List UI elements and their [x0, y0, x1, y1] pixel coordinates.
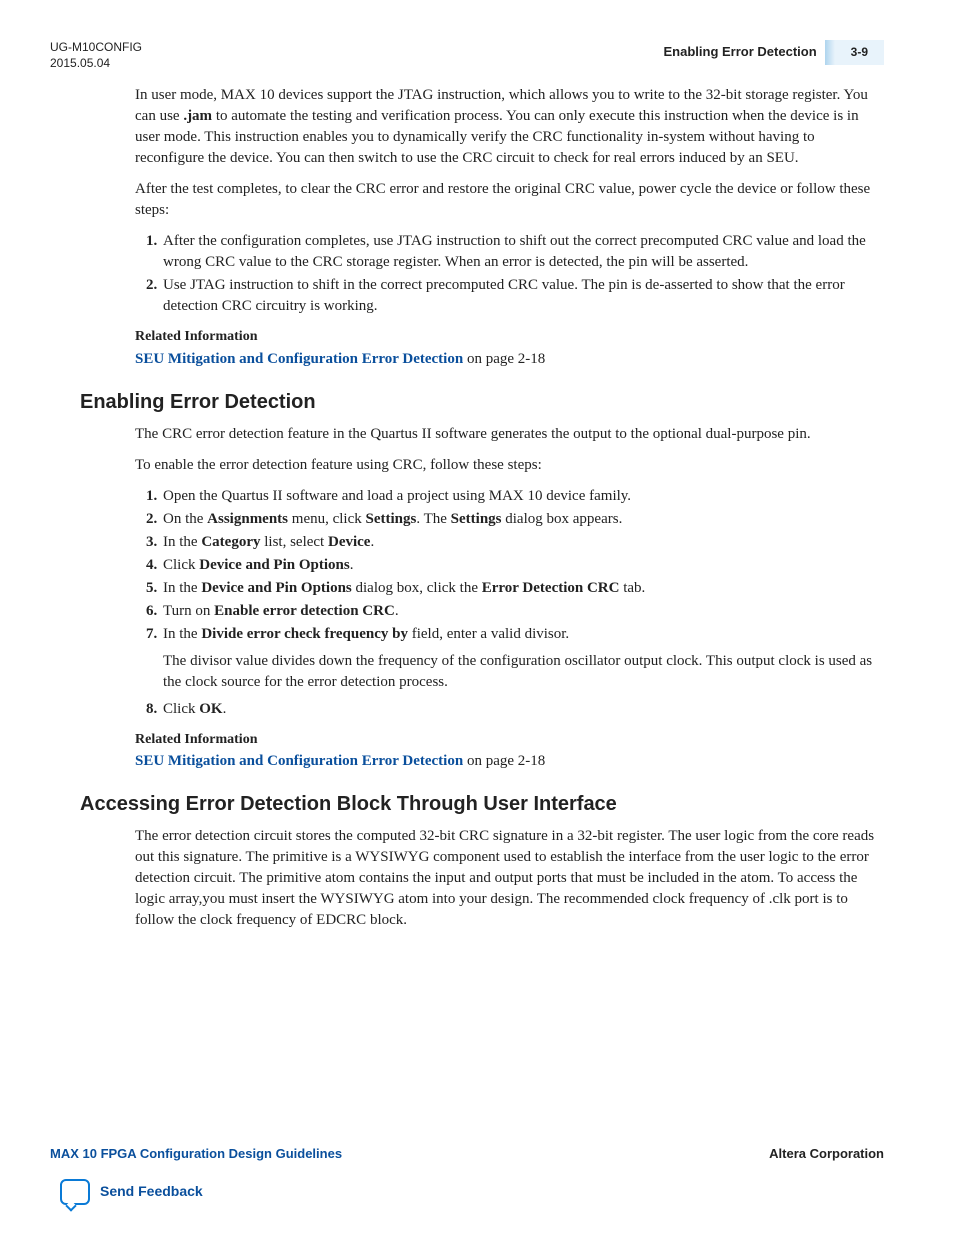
doc-date: 2015.05.04	[50, 56, 142, 72]
related-suffix-1: on page 2-18	[463, 351, 545, 367]
intro-paragraph: In user mode, MAX 10 devices support the…	[135, 85, 884, 169]
feedback-label: Send Feedback	[100, 1182, 203, 1202]
es-step-7-note: The divisor value divides down the frequ…	[163, 651, 884, 693]
section-heading-accessing: Accessing Error Detection Block Through …	[80, 790, 884, 818]
related-link-2[interactable]: SEU Mitigation and Configuration Error D…	[135, 753, 463, 769]
es-step-7: In the Divide error check frequency by f…	[161, 624, 884, 693]
page-footer: MAX 10 FPGA Configuration Design Guideli…	[50, 1145, 884, 1163]
related-heading-1: Related Information	[135, 327, 884, 347]
feedback-icon	[60, 1179, 90, 1205]
es-step-1: Open the Quartus II software and load a …	[161, 486, 884, 507]
es-step-4: Click Device and Pin Options.	[161, 555, 884, 576]
footer-left-link[interactable]: MAX 10 FPGA Configuration Design Guideli…	[50, 1145, 342, 1163]
section1-p2: To enable the error detection feature us…	[135, 455, 884, 476]
section2-p1: The error detection circuit stores the c…	[135, 826, 884, 931]
es-step-3: In the Category list, select Device.	[161, 532, 884, 553]
related-link-1[interactable]: SEU Mitigation and Configuration Error D…	[135, 351, 463, 367]
es-step-2: On the Assignments menu, click Settings.…	[161, 509, 884, 530]
intro-bold: .jam	[183, 108, 212, 124]
intro-text-b: to automate the testing and verification…	[135, 108, 859, 166]
para-after-test: After the test completes, to clear the C…	[135, 179, 884, 221]
es-step-5: In the Device and Pin Options dialog box…	[161, 578, 884, 599]
es-step-8: Click OK.	[161, 699, 884, 720]
header-right: Enabling Error Detection 3-9	[664, 40, 884, 65]
step-1: After the configuration completes, use J…	[161, 231, 884, 273]
steps-enable-detection: Open the Quartus II software and load a …	[135, 486, 884, 720]
es-step-6: Turn on Enable error detection CRC.	[161, 601, 884, 622]
page-number-tab: 3-9	[835, 40, 884, 65]
send-feedback-button[interactable]: Send Feedback	[60, 1179, 203, 1205]
footer-right: Altera Corporation	[769, 1145, 884, 1163]
page-header: UG-M10CONFIG 2015.05.04 Enabling Error D…	[50, 40, 884, 71]
related-info-1: Related Information SEU Mitigation and C…	[135, 327, 884, 370]
related-heading-2: Related Information	[135, 730, 884, 750]
related-info-2: Related Information SEU Mitigation and C…	[135, 730, 884, 773]
related-suffix-2: on page 2-18	[463, 753, 545, 769]
section-heading-enabling: Enabling Error Detection	[80, 388, 884, 416]
header-left: UG-M10CONFIG 2015.05.04	[50, 40, 142, 71]
header-page-title: Enabling Error Detection	[664, 43, 817, 61]
step-2: Use JTAG instruction to shift in the cor…	[161, 275, 884, 317]
steps-clear-crc: After the configuration completes, use J…	[135, 231, 884, 317]
section1-p1: The CRC error detection feature in the Q…	[135, 424, 884, 445]
doc-id: UG-M10CONFIG	[50, 40, 142, 56]
